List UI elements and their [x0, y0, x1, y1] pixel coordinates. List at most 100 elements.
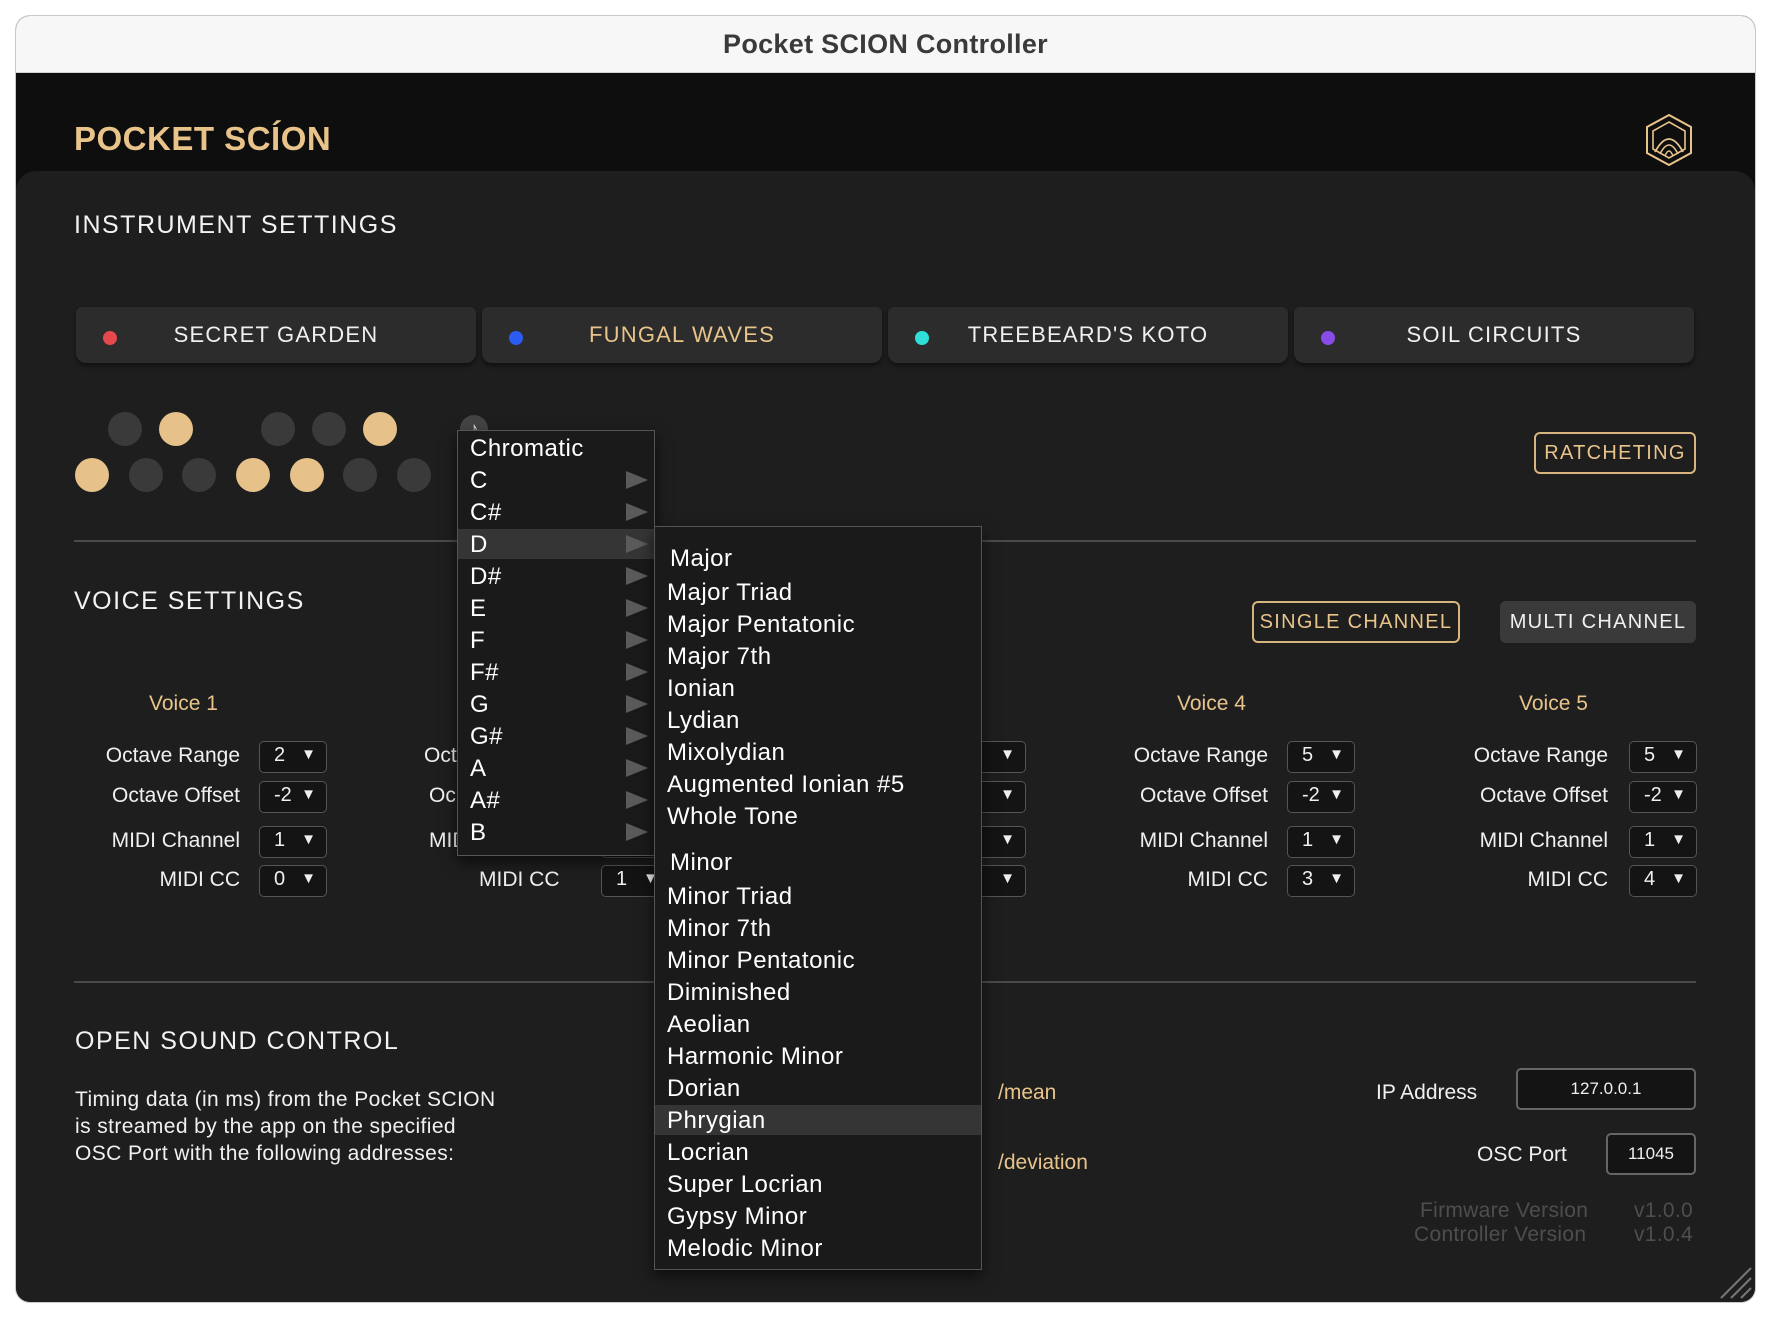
scale-item-phrygian[interactable]: Phrygian: [655, 1105, 981, 1135]
submenu-arrow-icon: [626, 631, 648, 649]
osc-description-line: OSC Port with the following addresses:: [75, 1142, 455, 1165]
menu-item-label: Locrian: [667, 1139, 750, 1166]
menu-item-a[interactable]: A: [458, 753, 654, 783]
osc-address-mean: /mean: [998, 1081, 1057, 1104]
menu-item-label: Dorian: [667, 1075, 741, 1102]
select-value: 5: [1644, 744, 1656, 766]
select-value: 4: [1644, 868, 1656, 890]
menu-item-b[interactable]: B: [458, 817, 654, 847]
scale-key-e[interactable]: [182, 458, 216, 492]
resize-grip-icon[interactable]: [1713, 1260, 1753, 1300]
ip-address-field[interactable]: 127.0.0.1: [1516, 1068, 1696, 1110]
scale-item-minor[interactable]: Minor: [655, 847, 981, 877]
tab-label: SECRET GARDEN: [173, 322, 379, 347]
submenu-arrow-icon: [626, 599, 648, 617]
menu-item-label: C: [470, 467, 488, 494]
voice-4-octave-offset-select[interactable]: -2 ▼: [1287, 781, 1355, 813]
voice-5-midi-cc-select[interactable]: 4 ▼: [1629, 865, 1697, 897]
voice-5-octave-range-select[interactable]: 5 ▼: [1629, 741, 1697, 773]
scale-key-a-sharp[interactable]: [363, 412, 397, 446]
voice-1-octave-range-select[interactable]: 2 ▼: [259, 741, 327, 773]
voice-5-midi-channel-select[interactable]: 1 ▼: [1629, 826, 1697, 858]
scale-item-locrian[interactable]: Locrian: [655, 1137, 981, 1167]
menu-item-d[interactable]: D: [458, 529, 654, 559]
scale-item-aeolian[interactable]: Aeolian: [655, 1009, 981, 1039]
menu-item-d-sharp[interactable]: D#: [458, 561, 654, 591]
menu-item-c[interactable]: C: [458, 465, 654, 495]
menu-item-label: D: [470, 531, 488, 558]
menu-item-label: G: [470, 691, 490, 718]
midi-channel-label: MIDI Channel: [1479, 829, 1608, 852]
menu-item-chromatic[interactable]: Chromatic: [458, 433, 654, 463]
menu-item-g-sharp[interactable]: G#: [458, 721, 654, 751]
voice-4-midi-cc-select[interactable]: 3 ▼: [1287, 865, 1355, 897]
voice-4-midi-channel-select[interactable]: 1 ▼: [1287, 826, 1355, 858]
octave-offset-label: Octave Offset: [1480, 784, 1608, 807]
menu-item-a-sharp[interactable]: A#: [458, 785, 654, 815]
voice-1-octave-offset-select[interactable]: -2 ▼: [259, 781, 327, 813]
scale-item-minor-triad[interactable]: Minor Triad: [655, 881, 981, 911]
scale-item-harmonic-minor[interactable]: Harmonic Minor: [655, 1041, 981, 1071]
voice-settings-title: VOICE SETTINGS: [74, 587, 305, 615]
scale-item-whole-tone[interactable]: Whole Tone: [655, 801, 981, 831]
scale-key-g-sharp[interactable]: [312, 412, 346, 446]
voice-1-midi-cc-select[interactable]: 0 ▼: [259, 865, 327, 897]
menu-item-label: Augmented Ionian #5: [667, 771, 905, 798]
scale-item-major[interactable]: Major: [655, 543, 981, 573]
scale-item-minor-pentatonic[interactable]: Minor Pentatonic: [655, 945, 981, 975]
dropdown-arrow-icon: ▼: [301, 746, 316, 763]
scale-item-mixolydian[interactable]: Mixolydian: [655, 737, 981, 767]
menu-item-c-sharp[interactable]: C#: [458, 497, 654, 527]
scale-key-b[interactable]: [397, 458, 431, 492]
single-channel-button[interactable]: SINGLE CHANNEL: [1252, 601, 1460, 643]
scale-key-f[interactable]: [236, 458, 270, 492]
scale-submenu: Major Major Triad Major Pentatonic Major…: [654, 526, 982, 1270]
octave-range-label: Octave Range: [1473, 744, 1608, 767]
osc-port-field[interactable]: 11045: [1606, 1133, 1696, 1175]
scale-item-major-triad[interactable]: Major Triad: [655, 577, 981, 607]
scale-key-f-sharp[interactable]: [261, 412, 295, 446]
multi-channel-button[interactable]: MULTI CHANNEL: [1500, 601, 1696, 643]
scale-item-diminished[interactable]: Diminished: [655, 977, 981, 1007]
menu-item-label: Minor Pentatonic: [667, 947, 856, 974]
scale-item-minor-7th[interactable]: Minor 7th: [655, 913, 981, 943]
dropdown-arrow-icon: ▼: [1000, 746, 1015, 763]
voice-1-heading: Voice 1: [149, 692, 218, 715]
tab-soil-circuits[interactable]: SOIL CIRCUITS: [1294, 307, 1694, 363]
scale-key-c-sharp[interactable]: [108, 412, 142, 446]
voice-1-midi-channel-select[interactable]: 1 ▼: [259, 826, 327, 858]
scale-item-dorian[interactable]: Dorian: [655, 1073, 981, 1103]
menu-item-label: Chromatic: [470, 435, 584, 462]
voice-4-octave-range-select[interactable]: 5 ▼: [1287, 741, 1355, 773]
scale-key-d[interactable]: [129, 458, 163, 492]
window-title: Pocket SCION Controller: [723, 28, 1048, 59]
scale-item-lydian[interactable]: Lydian: [655, 705, 981, 735]
menu-item-f-sharp[interactable]: F#: [458, 657, 654, 687]
menu-item-g[interactable]: G: [458, 689, 654, 719]
scale-key-a[interactable]: [343, 458, 377, 492]
tab-treebeards-koto[interactable]: TREEBEARD'S KOTO: [888, 307, 1288, 363]
scale-item-augmented-ionian[interactable]: Augmented Ionian #5: [655, 769, 981, 799]
ratcheting-button[interactable]: RATCHETING: [1534, 432, 1696, 474]
voice-5-octave-offset-select[interactable]: -2 ▼: [1629, 781, 1697, 813]
scale-key-d-sharp[interactable]: [159, 412, 193, 446]
voice-2-octave-offset-label: Oc: [429, 784, 456, 807]
scale-key-c[interactable]: [75, 458, 109, 492]
scale-item-melodic-minor[interactable]: Melodic Minor: [655, 1233, 981, 1263]
voice-5-heading: Voice 5: [1519, 692, 1588, 715]
tab-fungal-waves[interactable]: FUNGAL WAVES: [482, 307, 882, 363]
scale-item-ionian[interactable]: Ionian: [655, 673, 981, 703]
tab-secret-garden[interactable]: SECRET GARDEN: [76, 307, 476, 363]
menu-item-label: Gypsy Minor: [667, 1203, 808, 1230]
scale-item-major-pentatonic[interactable]: Major Pentatonic: [655, 609, 981, 639]
menu-item-label: D#: [470, 563, 502, 590]
scale-key-g[interactable]: [290, 458, 324, 492]
scale-item-super-locrian[interactable]: Super Locrian: [655, 1169, 981, 1199]
scale-item-gypsy-minor[interactable]: Gypsy Minor: [655, 1201, 981, 1231]
menu-item-f[interactable]: F: [458, 625, 654, 655]
submenu-arrow-icon: [626, 823, 648, 841]
scale-item-major-7th[interactable]: Major 7th: [655, 641, 981, 671]
voice-2-octave-range-label: Oct: [424, 744, 457, 767]
menu-item-e[interactable]: E: [458, 593, 654, 623]
window-titlebar: Pocket SCION Controller: [16, 16, 1755, 73]
